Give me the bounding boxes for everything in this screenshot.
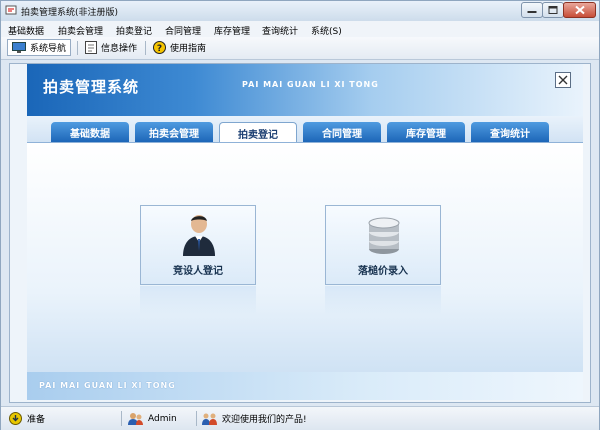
menu-bar: 基础数据 拍卖会管理 拍卖登记 合同管理 库存管理 查询统计 系统(S): [1, 21, 599, 37]
toolbar-label: 使用指南: [170, 44, 207, 54]
tab-auction-registration[interactable]: 拍卖登记: [219, 122, 297, 143]
banner-title: 拍卖管理系统: [43, 78, 140, 96]
close-icon: [558, 75, 568, 85]
application-window: 拍卖管理系统(非注册版) 基础数据 拍卖会管理 拍卖登记 合同管理 库存管理 查…: [0, 0, 600, 430]
toolbar-label: 系统导航: [30, 44, 67, 54]
navigation-panel: 拍卖管理系统 PAI MAI GUAN LI XI TONG 基础数据 拍卖会管…: [9, 63, 591, 403]
menu-system[interactable]: 系统(S): [311, 24, 342, 37]
close-icon: [574, 5, 585, 15]
maximize-icon: [548, 6, 558, 14]
menu-basic-data[interactable]: 基础数据: [8, 24, 44, 37]
toolbar-label: 信息操作: [101, 44, 138, 54]
toolbar: 系统导航 信息操作 ? 使用指南: [1, 37, 599, 60]
status-separator: [196, 411, 197, 426]
download-icon: [9, 412, 22, 425]
minimize-button[interactable]: [521, 2, 543, 18]
tab-inventory-management[interactable]: 库存管理: [387, 122, 465, 142]
maximize-button[interactable]: [542, 2, 564, 18]
close-button[interactable]: [563, 2, 596, 18]
banner-subtitle: PAI MAI GUAN LI XI TONG: [242, 80, 379, 89]
database-icon: [368, 217, 400, 254]
toolbar-separator: [145, 41, 146, 55]
tab-auction-management[interactable]: 拍卖会管理: [135, 122, 213, 142]
panel-close-button[interactable]: [555, 72, 571, 88]
help-icon: ?: [153, 41, 166, 54]
group-icon: [202, 413, 217, 425]
bidder-registration-button[interactable]: 竞设人登记: [140, 205, 256, 285]
status-bar: 准备 Admin 欢迎使用我们的产品!: [1, 406, 599, 430]
menu-auction-management[interactable]: 拍卖会管理: [58, 24, 103, 37]
button-reflection: [140, 286, 256, 316]
module-tabs: 基础数据 拍卖会管理 拍卖登记 合同管理 库存管理 查询统计: [27, 116, 583, 143]
status-message: 欢迎使用我们的产品!: [202, 412, 307, 425]
app-icon: [5, 5, 17, 15]
toolbar-separator: [77, 41, 78, 55]
button-reflection: [325, 286, 441, 316]
status-state: 准备: [9, 412, 45, 425]
menu-query-statistics[interactable]: 查询统计: [262, 24, 298, 37]
tab-content: 竞设人登记 落槌价录入: [27, 142, 583, 373]
users-icon: [128, 413, 143, 425]
toolbar-system-navigation[interactable]: 系统导航: [7, 39, 72, 56]
navigation-content: 拍卖管理系统 PAI MAI GUAN LI XI TONG 基础数据 拍卖会管…: [27, 64, 583, 400]
footer-banner: PAI MAI GUAN LI XI TONG: [27, 372, 583, 400]
status-separator: [121, 411, 122, 426]
toolbar-info-operation[interactable]: 信息操作: [81, 39, 141, 56]
svg-text:?: ?: [157, 44, 162, 54]
menu-inventory-management[interactable]: 库存管理: [214, 24, 250, 37]
hammer-price-entry-label: 落槌价录入: [358, 266, 408, 277]
status-state-label: 准备: [27, 415, 46, 425]
window-title: 拍卖管理系统(非注册版): [21, 8, 119, 18]
tab-basic-data[interactable]: 基础数据: [51, 122, 129, 142]
status-user-label: Admin: [148, 413, 177, 424]
bidder-registration-label: 竞设人登记: [173, 266, 223, 277]
menu-contract-management[interactable]: 合同管理: [165, 24, 201, 37]
monitor-icon: [12, 41, 26, 53]
user-icon: [183, 215, 215, 256]
header-banner: 拍卖管理系统 PAI MAI GUAN LI XI TONG: [27, 64, 583, 116]
tab-contract-management[interactable]: 合同管理: [303, 122, 381, 142]
status-message-label: 欢迎使用我们的产品!: [222, 415, 307, 425]
menu-auction-registration[interactable]: 拍卖登记: [116, 24, 152, 37]
tab-query-statistics[interactable]: 查询统计: [471, 122, 549, 142]
title-bar: 拍卖管理系统(非注册版): [1, 1, 599, 21]
hammer-price-entry-button[interactable]: 落槌价录入: [325, 205, 441, 285]
status-user: Admin: [128, 412, 177, 425]
toolbar-user-guide[interactable]: ? 使用指南: [149, 39, 210, 56]
minimize-icon: [527, 11, 537, 13]
document-icon: [85, 41, 97, 54]
footer-text: PAI MAI GUAN LI XI TONG: [39, 381, 176, 390]
